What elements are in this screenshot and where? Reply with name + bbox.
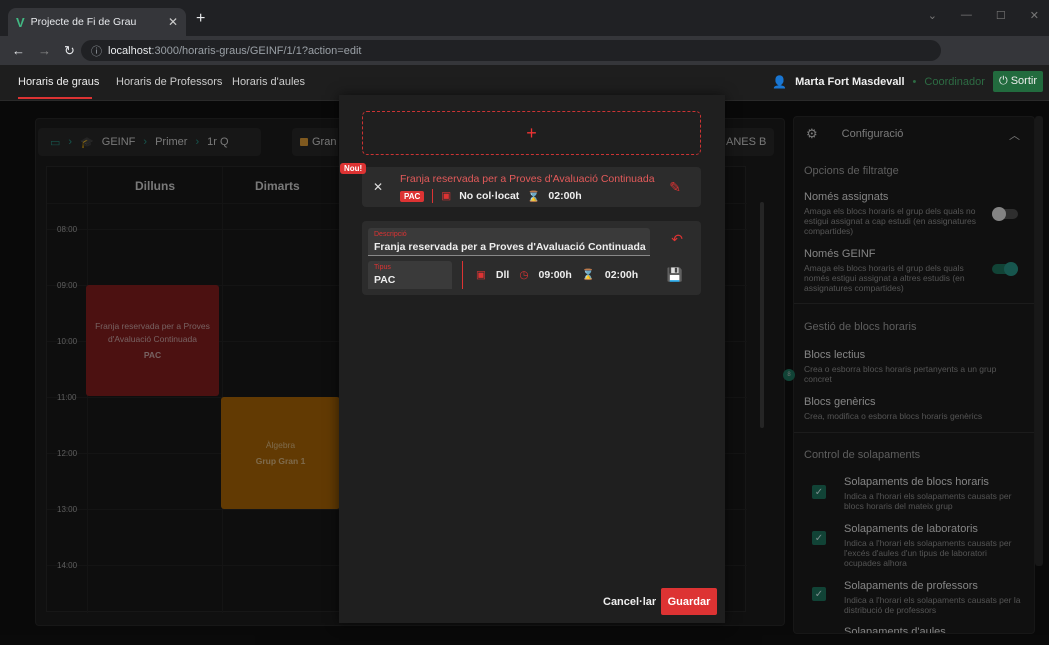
calendar-icon: ▣	[476, 268, 486, 281]
user-name: Marta Fort Masdevall	[795, 75, 905, 88]
logout-label: Sortir	[1010, 75, 1037, 87]
start-time-value[interactable]: 09:00h	[539, 269, 572, 281]
block-type-badge: PAC	[400, 190, 425, 202]
tab-title: Projecte de Fi de Grau	[30, 16, 137, 28]
new-tab-button[interactable]: +	[196, 10, 205, 28]
edit-blocks-modal: + ✕ Franja reservada per a Proves d'Aval…	[339, 95, 725, 623]
save-button[interactable]: Guardar	[661, 588, 717, 615]
description-label: Descripció	[374, 231, 407, 238]
plus-icon: +	[526, 122, 537, 143]
tab-horaris-professors[interactable]: Horaris de Professors	[116, 76, 222, 88]
cancel-button[interactable]: Cancel·lar	[603, 596, 656, 608]
back-icon[interactable]: ←	[12, 43, 26, 58]
pencil-icon[interactable]: ✎	[669, 179, 681, 196]
active-tab-indicator	[18, 97, 92, 99]
tab-horaris-graus[interactable]: Horaris de graus	[18, 76, 99, 88]
reload-icon[interactable]: ↻	[64, 43, 78, 59]
tab-horaris-aules[interactable]: Horaris d'aules	[232, 76, 305, 88]
browser-tab[interactable]: V Projecte de Fi de Grau ✕	[8, 8, 186, 36]
separator-dot: •	[912, 75, 917, 88]
address-bar-row: ← → ↻ ⓘ localhost:3000/horaris-graus/GEI…	[0, 36, 1049, 95]
tipus-select[interactable]: Tipus PAC	[368, 261, 452, 289]
hourglass-icon: ⌛	[581, 269, 595, 281]
block-list-item[interactable]: ✕ Franja reservada per a Proves d'Avalua…	[362, 167, 701, 207]
url-path: :3000/horaris-graus/GEINF/1/1?action=edi…	[151, 44, 362, 57]
forward-icon[interactable]: →	[38, 43, 52, 58]
clock-icon: ◷	[519, 268, 529, 281]
power-icon: ⏻	[998, 75, 1008, 87]
add-block-button[interactable]: +	[362, 111, 701, 155]
close-icon[interactable]: ✕	[373, 180, 383, 194]
day-value[interactable]: Dll	[496, 269, 509, 281]
separator	[462, 261, 463, 289]
hourglass-icon: ⌛	[527, 190, 541, 203]
tipus-label: Tipus	[374, 264, 391, 271]
logout-button[interactable]: ⏻ Sortir	[992, 71, 1043, 92]
block-edit-form: Descripció Franja reservada per a Proves…	[362, 221, 701, 295]
calendar-icon: ▣	[441, 190, 452, 202]
description-field[interactable]: Descripció Franja reservada per a Proves…	[368, 228, 650, 256]
separator	[432, 189, 434, 203]
user-role: Coordinador	[924, 75, 985, 88]
block-title: Franja reservada per a Proves d'Avaluaci…	[400, 173, 655, 185]
block-duration: 02:00h	[548, 190, 582, 202]
vue-logo-icon: V	[16, 14, 25, 30]
url-host: localhost	[108, 44, 152, 57]
tipus-value: PAC	[374, 274, 396, 286]
close-window-button[interactable]: ✕	[1030, 9, 1039, 22]
description-value: Franja reservada per a Proves d'Avaluaci…	[374, 241, 646, 253]
window-controls: ⌄ — ☐ ✕	[928, 9, 1039, 22]
new-badge: Nou!	[340, 163, 367, 174]
maximize-button[interactable]: ☐	[996, 9, 1006, 22]
chevron-down-icon[interactable]: ⌄	[928, 9, 937, 22]
url-field[interactable]: ⓘ localhost:3000/horaris-graus/GEINF/1/1…	[81, 40, 941, 61]
tab-close-icon[interactable]: ✕	[168, 15, 178, 29]
undo-icon[interactable]: ↶	[671, 231, 683, 248]
duration-value[interactable]: 02:00h	[605, 269, 638, 281]
minimize-button[interactable]: —	[961, 9, 972, 22]
save-icon[interactable]: 💾	[667, 267, 683, 283]
user-icon: 👤	[772, 74, 788, 89]
browser-tabstrip: V Projecte de Fi de Grau ✕ + ⌄ — ☐ ✕	[0, 0, 1049, 36]
info-icon[interactable]: ⓘ	[91, 43, 102, 59]
block-placement: No col·locat	[459, 190, 520, 202]
